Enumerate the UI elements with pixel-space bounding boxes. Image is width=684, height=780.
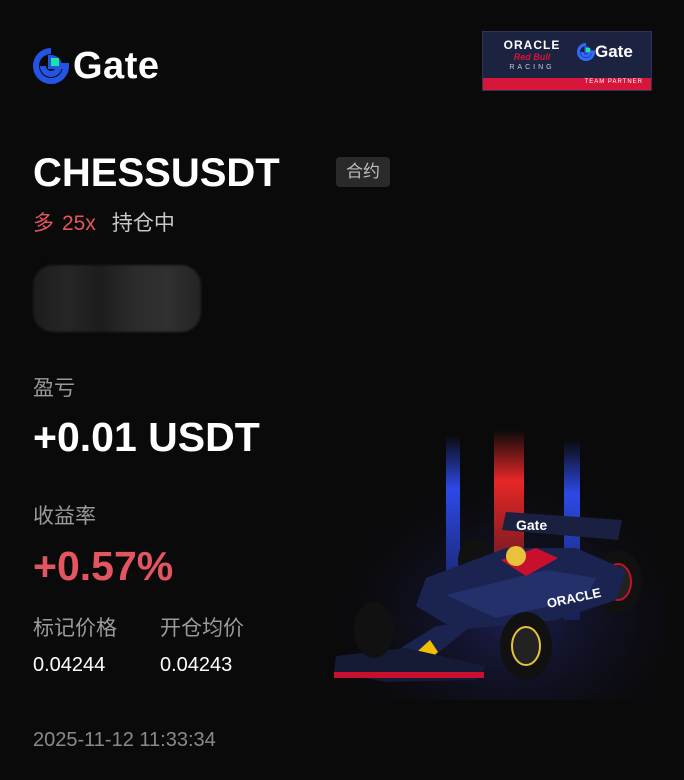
gate-logo-icon xyxy=(577,43,595,61)
position-info: 多 25x 持仓中 xyxy=(33,210,175,238)
gate-logo: Gate xyxy=(33,46,159,86)
entry-price-label: 开仓均价 xyxy=(160,617,244,640)
pnl-value: +0.01 USDT xyxy=(33,414,260,460)
svg-text:Gate: Gate xyxy=(516,517,547,533)
gate-logo-icon xyxy=(33,48,69,84)
f1-car-image: Gate ORACLE xyxy=(326,430,666,700)
position-side: 多 xyxy=(33,212,54,235)
redbull-racing-logo: ORACLE Red Bull RACING xyxy=(503,38,561,71)
partner-footer: TEAM PARTNER xyxy=(483,78,651,90)
contract-type-tag: 合约 xyxy=(336,157,390,187)
brand-name: Gate xyxy=(73,45,160,87)
contract-symbol: CHESSUSDT xyxy=(33,151,280,195)
mark-price-value: 0.04244 xyxy=(33,654,106,676)
redacted-username xyxy=(33,265,201,332)
timestamp: 2025-11-12 11:33:34 xyxy=(33,729,216,751)
roi-label: 收益率 xyxy=(33,505,96,528)
share-card: Gate ORACLE Red Bull RACING Gate TEAM PA… xyxy=(0,0,684,780)
partner-badge: ORACLE Red Bull RACING Gate TEAM PARTNER xyxy=(482,31,652,91)
entry-price-value: 0.04243 xyxy=(160,654,233,676)
leverage: 25x xyxy=(62,212,96,235)
mark-price-label: 标记价格 xyxy=(33,617,117,640)
pnl-label: 盈亏 xyxy=(33,377,75,400)
roi-value: +0.57% xyxy=(33,543,174,589)
partner-gate-logo: Gate xyxy=(577,42,633,62)
position-status: 持仓中 xyxy=(111,212,175,235)
